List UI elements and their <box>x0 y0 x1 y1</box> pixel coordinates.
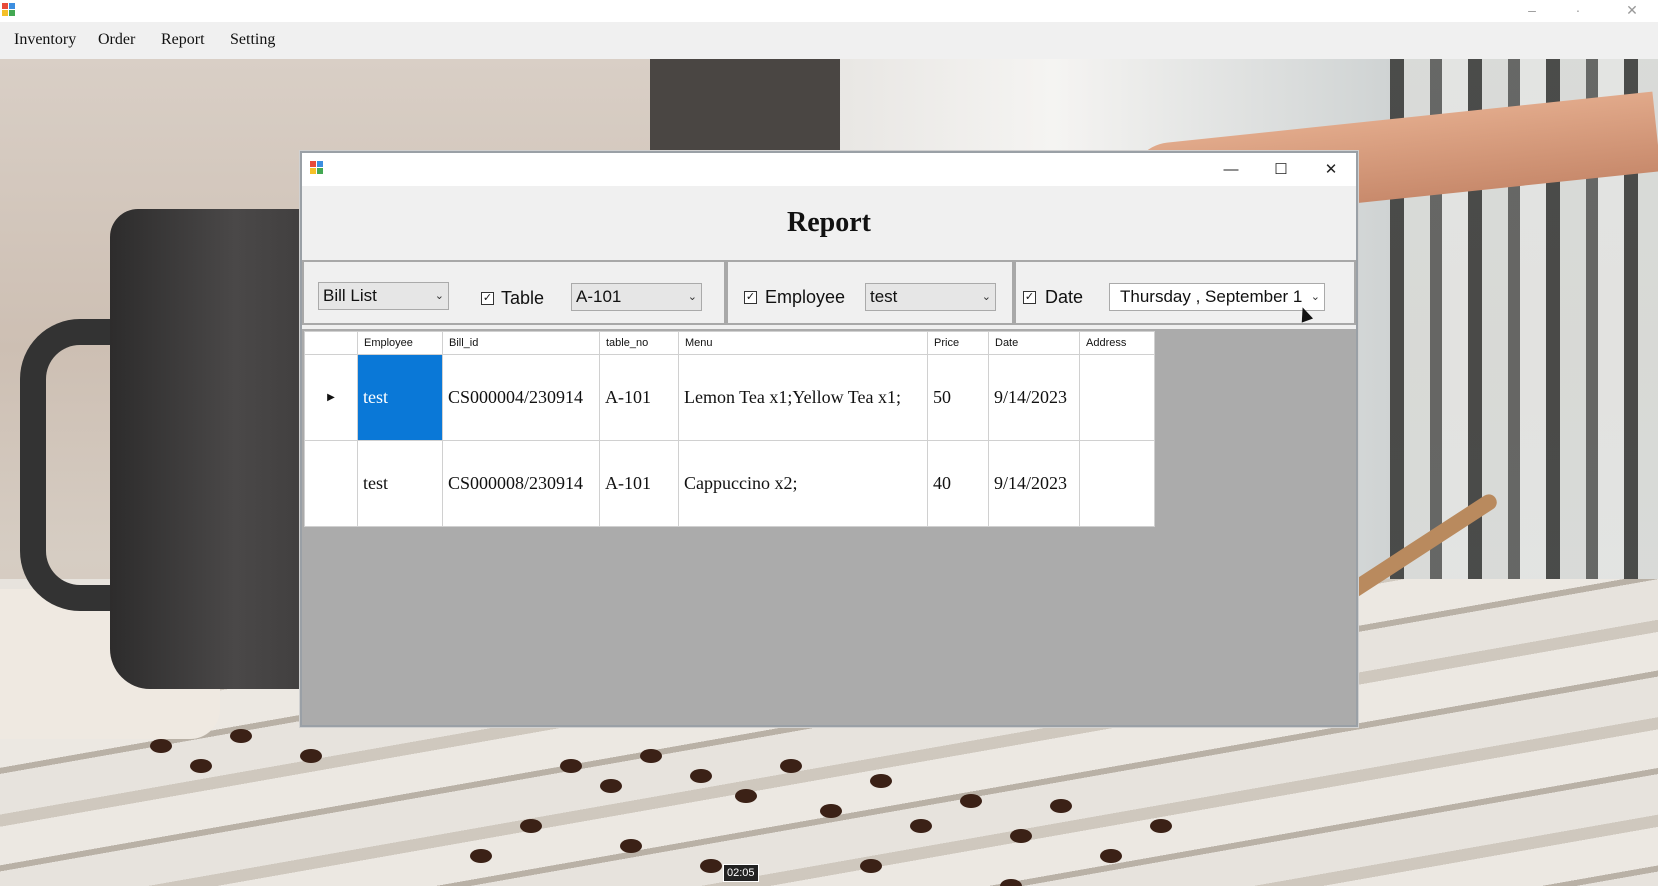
column-header-employee[interactable]: Employee <box>357 331 443 355</box>
bill-grid: Employee Bill_id table_no Menu Price Dat… <box>302 329 1356 725</box>
chevron-down-icon: ⌄ <box>687 291 697 303</box>
main-close-button[interactable]: ✕ <box>1612 0 1652 22</box>
chevron-down-icon: ⌄ <box>1308 284 1320 310</box>
report-window: — ☐ ✕ Report Bill List ⌄ ✓ Table A-101 ⌄… <box>300 151 1358 727</box>
menu-inventory[interactable]: Inventory <box>14 31 76 49</box>
report-app-icon <box>310 161 324 175</box>
menu-report[interactable]: Report <box>161 31 205 49</box>
row-header-corner <box>304 331 358 355</box>
table-label: Table <box>501 288 545 308</box>
date-picker-value: Thursday , September 1 <box>1120 287 1303 306</box>
filter-group-table: Bill List ⌄ ✓ Table A-101 ⌄ <box>302 260 726 325</box>
video-timestamp: 02:05 <box>723 864 759 882</box>
employee-checkbox[interactable]: ✓ <box>744 291 757 304</box>
main-titlebar: – · ✕ <box>0 0 1658 22</box>
table-row[interactable]: ▶ test CS000004/230914 A-101 Lemon Tea x… <box>304 354 1155 441</box>
employee-select[interactable]: test ⌄ <box>865 283 996 311</box>
filter-group-employee: ✓ Employee test ⌄ <box>726 260 1014 325</box>
report-maximize-button[interactable]: ☐ <box>1258 153 1304 186</box>
date-checkbox[interactable]: ✓ <box>1023 291 1036 304</box>
cell-table-no[interactable]: A-101 <box>599 440 679 527</box>
cell-table-no[interactable]: A-101 <box>599 354 679 441</box>
date-picker[interactable]: Thursday , September 1 ⌄ <box>1109 283 1325 311</box>
table-select-value: A-101 <box>576 287 622 306</box>
menu-bar: Inventory Order Report Setting <box>0 22 1658 59</box>
cell-menu[interactable]: Cappuccino x2; <box>678 440 928 527</box>
employee-label: Employee <box>765 287 846 307</box>
cell-employee[interactable]: test <box>357 440 443 527</box>
app-icon <box>2 3 16 17</box>
column-header-bill-id[interactable]: Bill_id <box>442 331 600 355</box>
menu-setting[interactable]: Setting <box>230 31 275 49</box>
column-header-table-no[interactable]: table_no <box>599 331 679 355</box>
cell-date[interactable]: 9/14/2023 <box>988 440 1080 527</box>
cell-date[interactable]: 9/14/2023 <box>988 354 1080 441</box>
column-header-menu[interactable]: Menu <box>678 331 928 355</box>
main-restore-button[interactable]: · <box>1558 0 1598 22</box>
report-minimize-button[interactable]: — <box>1208 153 1254 186</box>
cell-bill-id[interactable]: CS000004/230914 <box>442 354 600 441</box>
menu-order[interactable]: Order <box>98 31 135 49</box>
main-minimize-button[interactable]: – <box>1512 0 1552 22</box>
column-header-address[interactable]: Address <box>1079 331 1155 355</box>
report-type-select[interactable]: Bill List ⌄ <box>318 282 449 310</box>
employee-select-value: test <box>870 287 898 306</box>
chevron-down-icon: ⌄ <box>981 291 991 303</box>
column-header-price[interactable]: Price <box>927 331 989 355</box>
row-header[interactable] <box>304 440 358 527</box>
report-type-value: Bill List <box>323 286 377 305</box>
table-checkbox[interactable]: ✓ <box>481 292 494 305</box>
cell-address[interactable] <box>1079 354 1155 441</box>
cell-menu[interactable]: Lemon Tea x1;Yellow Tea x1; <box>678 354 928 441</box>
cell-bill-id[interactable]: CS000008/230914 <box>442 440 600 527</box>
grid-header-row: Employee Bill_id table_no Menu Price Dat… <box>304 331 1155 355</box>
cell-price[interactable]: 40 <box>927 440 989 527</box>
report-titlebar: — ☐ ✕ <box>302 153 1356 186</box>
cell-price[interactable]: 50 <box>927 354 989 441</box>
cell-address[interactable] <box>1079 440 1155 527</box>
chevron-down-icon: ⌄ <box>434 290 444 302</box>
bill-table: Employee Bill_id table_no Menu Price Dat… <box>304 331 1155 527</box>
cell-employee[interactable]: test <box>357 354 443 441</box>
date-label: Date <box>1045 287 1084 307</box>
table-row[interactable]: test CS000008/230914 A-101 Cappuccino x2… <box>304 440 1155 527</box>
column-header-date[interactable]: Date <box>988 331 1080 355</box>
row-pointer-icon[interactable]: ▶ <box>304 354 358 441</box>
report-heading: Report <box>787 207 871 238</box>
report-close-button[interactable]: ✕ <box>1308 153 1354 186</box>
table-select[interactable]: A-101 ⌄ <box>571 283 702 311</box>
